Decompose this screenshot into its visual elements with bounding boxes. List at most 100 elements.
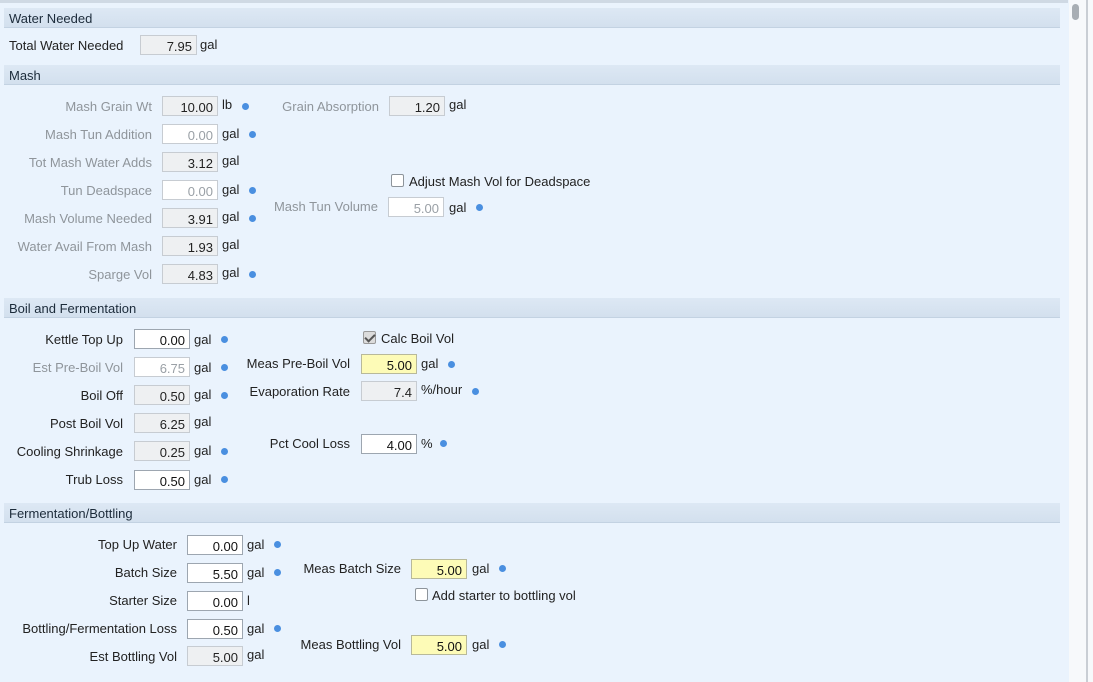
info-dot-icon[interactable] bbox=[221, 476, 228, 483]
section-title: Fermentation/Bottling bbox=[9, 506, 133, 521]
info-dot-icon[interactable] bbox=[440, 440, 447, 447]
total-water-field: 7.95 bbox=[140, 35, 197, 55]
meas-bottling-vol-unit: gal bbox=[472, 637, 490, 652]
adjust-mash-vol-label: Adjust Mash Vol for Deadspace bbox=[409, 174, 591, 189]
total-water-unit: gal bbox=[200, 37, 218, 52]
meas-pre-boil-vol-input[interactable]: 5.00 bbox=[361, 354, 417, 374]
info-dot-icon[interactable] bbox=[221, 392, 228, 399]
vertical-scrollbar[interactable] bbox=[1069, 0, 1093, 682]
water-avail-from-mash-label: Water Avail From Mash bbox=[17, 239, 152, 254]
section-fermentation-bottling: Fermentation/Bottling bbox=[4, 503, 1060, 523]
meas-pre-boil-vol-unit: gal bbox=[421, 356, 439, 371]
calc-boil-vol-checkbox[interactable] bbox=[363, 331, 376, 344]
mash-tun-volume-unit: gal bbox=[449, 200, 467, 215]
mash-tun-addition-input[interactable]: 0.00 bbox=[162, 124, 218, 144]
tun-deadspace-input[interactable]: 0.00 bbox=[162, 180, 218, 200]
adjust-mash-vol-checkbox[interactable] bbox=[391, 174, 404, 187]
scrollbar-rail bbox=[1086, 0, 1088, 682]
info-dot-icon[interactable] bbox=[249, 131, 256, 138]
post-boil-vol-field: 6.25 bbox=[134, 413, 190, 433]
meas-bottling-vol-input[interactable]: 5.00 bbox=[411, 635, 467, 655]
top-divider bbox=[0, 0, 1068, 3]
water-avail-from-mash-unit: gal bbox=[222, 237, 240, 252]
grain-absorption-unit: gal bbox=[449, 97, 467, 112]
boil-off-field: 0.50 bbox=[134, 385, 190, 405]
evaporation-rate-unit: %/hour bbox=[421, 382, 463, 397]
trub-loss-input[interactable]: 0.50 bbox=[134, 470, 190, 490]
scrollbar-thumb[interactable] bbox=[1072, 4, 1079, 20]
meas-batch-size-label: Meas Batch Size bbox=[303, 561, 401, 576]
boil-off-label: Boil Off bbox=[80, 388, 123, 403]
calc-boil-vol-label: Calc Boil Vol bbox=[381, 331, 454, 346]
add-starter-label: Add starter to bottling vol bbox=[432, 588, 576, 603]
info-dot-icon[interactable] bbox=[499, 565, 506, 572]
kettle-top-up-label: Kettle Top Up bbox=[45, 332, 123, 347]
bottling-fermentation-loss-input[interactable]: 0.50 bbox=[187, 619, 243, 639]
sparge-vol-unit: gal bbox=[222, 265, 240, 280]
sparge-vol-label: Sparge Vol bbox=[88, 267, 152, 282]
mash-grain-wt-unit: lb bbox=[222, 97, 233, 112]
info-dot-icon[interactable] bbox=[249, 215, 256, 222]
tot-mash-water-adds-field: 3.12 bbox=[162, 152, 218, 172]
mash-grain-wt-label: Mash Grain Wt bbox=[65, 99, 152, 114]
mash-tun-addition-label: Mash Tun Addition bbox=[45, 127, 152, 142]
mash-tun-addition-unit: gal bbox=[222, 126, 240, 141]
starter-size-unit: l bbox=[247, 593, 250, 608]
pct-cool-loss-label: Pct Cool Loss bbox=[269, 436, 350, 451]
meas-pre-boil-vol-label: Meas Pre-Boil Vol bbox=[246, 356, 350, 371]
total-water-label: Total Water Needed bbox=[9, 38, 124, 53]
info-dot-icon[interactable] bbox=[274, 625, 281, 632]
mash-volume-needed-label: Mash Volume Needed bbox=[24, 211, 152, 226]
meas-batch-size-input[interactable]: 5.00 bbox=[411, 559, 467, 579]
top-up-water-label: Top Up Water bbox=[98, 537, 177, 552]
sparge-vol-field: 4.83 bbox=[162, 264, 218, 284]
est-pre-boil-vol-unit: gal bbox=[194, 360, 212, 375]
info-dot-icon[interactable] bbox=[249, 271, 256, 278]
info-dot-icon[interactable] bbox=[242, 103, 249, 110]
cooling-shrinkage-unit: gal bbox=[194, 443, 212, 458]
info-dot-icon[interactable] bbox=[499, 641, 506, 648]
bottling-fermentation-loss-unit: gal bbox=[247, 621, 265, 636]
info-dot-icon[interactable] bbox=[221, 336, 228, 343]
info-dot-icon[interactable] bbox=[448, 361, 455, 368]
mash-volume-needed-unit: gal bbox=[222, 209, 240, 224]
water-avail-from-mash-field: 1.93 bbox=[162, 236, 218, 256]
starter-size-input[interactable]: 0.00 bbox=[187, 591, 243, 611]
info-dot-icon[interactable] bbox=[221, 364, 228, 371]
section-boil-fermentation: Boil and Fermentation bbox=[4, 298, 1060, 318]
section-title: Water Needed bbox=[9, 11, 93, 26]
top-up-water-unit: gal bbox=[247, 537, 265, 552]
mash-volume-needed-field: 3.91 bbox=[162, 208, 218, 228]
evaporation-rate-field: 7.4 bbox=[361, 381, 417, 401]
bottling-fermentation-loss-label: Bottling/Fermentation Loss bbox=[22, 621, 177, 636]
est-bottling-vol-field: 5.00 bbox=[187, 646, 243, 666]
kettle-top-up-input[interactable]: 0.00 bbox=[134, 329, 190, 349]
add-starter-checkbox[interactable] bbox=[415, 588, 428, 601]
mash-tun-volume-input[interactable]: 5.00 bbox=[388, 197, 444, 217]
est-pre-boil-vol-label: Est Pre-Boil Vol bbox=[32, 360, 123, 375]
top-up-water-input[interactable]: 0.00 bbox=[187, 535, 243, 555]
info-dot-icon[interactable] bbox=[476, 204, 483, 211]
info-dot-icon[interactable] bbox=[472, 388, 479, 395]
info-dot-icon[interactable] bbox=[274, 569, 281, 576]
est-pre-boil-vol-input[interactable]: 6.75 bbox=[134, 357, 190, 377]
tun-deadspace-label: Tun Deadspace bbox=[60, 183, 152, 198]
pct-cool-loss-unit: % bbox=[421, 436, 433, 451]
starter-size-label: Starter Size bbox=[109, 593, 177, 608]
info-dot-icon[interactable] bbox=[221, 448, 228, 455]
trub-loss-label: Trub Loss bbox=[65, 472, 123, 487]
kettle-top-up-unit: gal bbox=[194, 332, 212, 347]
mash-grain-wt-field: 10.00 bbox=[162, 96, 218, 116]
boil-off-unit: gal bbox=[194, 387, 212, 402]
evaporation-rate-label: Evaporation Rate bbox=[249, 384, 350, 399]
meas-bottling-vol-label: Meas Bottling Vol bbox=[300, 637, 401, 652]
cooling-shrinkage-field: 0.25 bbox=[134, 441, 190, 461]
batch-size-unit: gal bbox=[247, 565, 265, 580]
trub-loss-unit: gal bbox=[194, 472, 212, 487]
batch-size-label: Batch Size bbox=[114, 565, 177, 580]
batch-size-input[interactable]: 5.50 bbox=[187, 563, 243, 583]
info-dot-icon[interactable] bbox=[249, 187, 256, 194]
tun-deadspace-unit: gal bbox=[222, 182, 240, 197]
pct-cool-loss-input[interactable]: 4.00 bbox=[361, 434, 417, 454]
info-dot-icon[interactable] bbox=[274, 541, 281, 548]
